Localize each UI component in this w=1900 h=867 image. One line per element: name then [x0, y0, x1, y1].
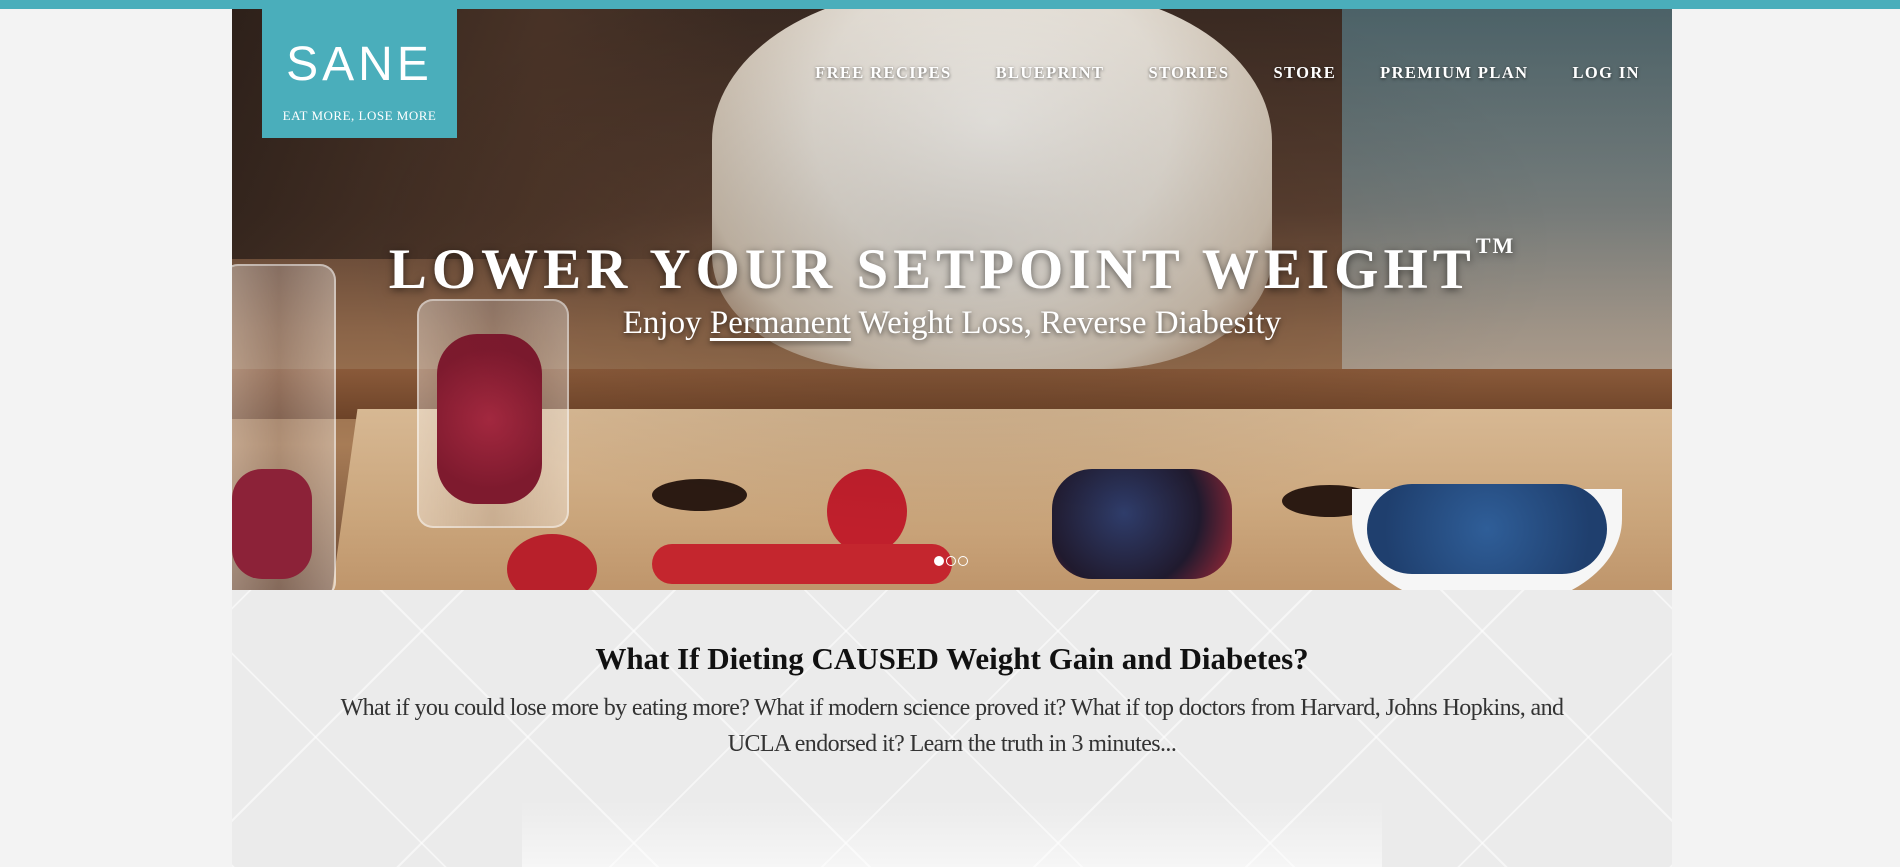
- nav-item-log-in[interactable]: LOG IN: [1572, 63, 1640, 83]
- hero-subtitle-underlined: Permanent: [709, 305, 851, 341]
- nav-item-blueprint[interactable]: BLUEPRINT: [996, 63, 1105, 83]
- main-navigation: FREE RECIPES BLUEPRINT STORIES STORE PRE…: [815, 63, 1640, 83]
- logo-wordmark: SANE: [286, 38, 433, 91]
- logo-tagline: EAT MORE, LOSE MORE: [282, 108, 437, 123]
- intro-body: What if you could lose more by eating mo…: [340, 695, 1564, 757]
- hero-banner: SANE EAT MORE, LOSE MORE FREE RECIPES BL…: [232, 9, 1672, 590]
- slider-dot-3[interactable]: [958, 556, 968, 566]
- slider-dot-1[interactable]: [934, 556, 944, 566]
- intro-section: What If Dieting CAUSED Weight Gain and D…: [232, 590, 1672, 867]
- top-accent-bar: [0, 0, 1900, 9]
- slider-dots: [934, 556, 968, 566]
- intro-headline: What If Dieting CAUSED Weight Gain and D…: [595, 641, 1309, 676]
- nav-item-free-recipes[interactable]: FREE RECIPES: [815, 63, 951, 83]
- nav-item-store[interactable]: STORE: [1273, 63, 1336, 83]
- intro-fade: [522, 800, 1382, 867]
- hero-subtitle-start: Enjoy: [622, 305, 710, 341]
- trademark-mark: TM: [1475, 233, 1516, 258]
- nav-item-premium-plan[interactable]: PREMIUM PLAN: [1380, 63, 1528, 83]
- hero-subtitle-end: Weight Loss, Reverse Diabesity: [850, 305, 1282, 341]
- sane-logo[interactable]: SANE EAT MORE, LOSE MORE: [262, 9, 457, 138]
- hero-title: LOWER YOUR SETPOINT WEIGHTTM: [232, 233, 1672, 302]
- slider-dot-2[interactable]: [946, 556, 956, 566]
- page-container: SANE EAT MORE, LOSE MORE FREE RECIPES BL…: [232, 9, 1672, 867]
- nav-item-stories[interactable]: STORIES: [1148, 63, 1229, 83]
- hero-title-text: LOWER YOUR SETPOINT WEIGHT: [388, 238, 1476, 301]
- hero-subtitle: Enjoy Permanent Weight Loss, Reverse Dia…: [232, 305, 1672, 342]
